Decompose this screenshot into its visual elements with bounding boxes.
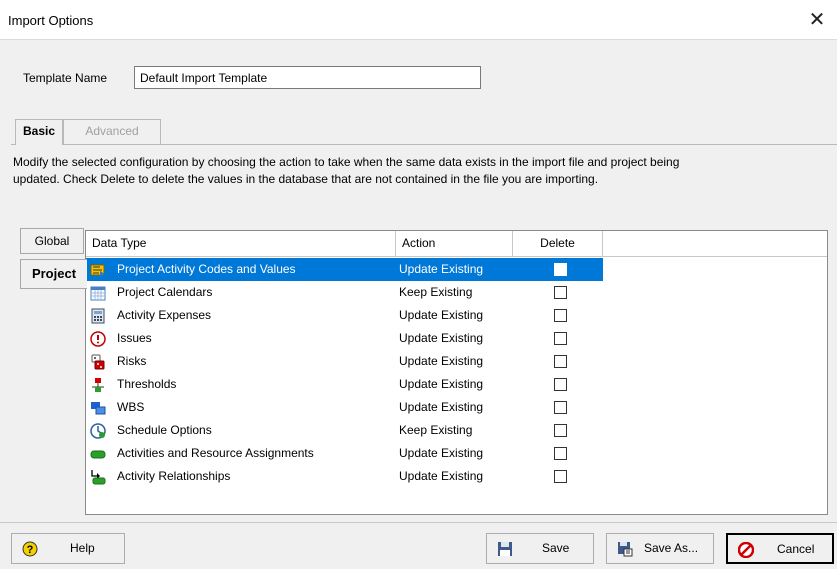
- risk-dice-icon: [91, 354, 105, 370]
- save-as-icon: [618, 542, 633, 557]
- data-type-grid: Data Type Action Delete Project Activity…: [85, 230, 828, 515]
- row-data-type: Activities and Resource Assignments: [117, 446, 314, 460]
- floppy-disk-icon: [498, 542, 512, 556]
- svg-text:?: ?: [27, 544, 34, 556]
- column-header-action[interactable]: Action: [396, 231, 513, 257]
- table-row[interactable]: Activity Expenses Update Existing: [86, 304, 603, 327]
- tab-basic[interactable]: Basic: [15, 119, 63, 145]
- side-tab-global[interactable]: Global: [20, 228, 84, 254]
- help-label: Help: [70, 541, 95, 555]
- delete-checkbox[interactable]: [554, 309, 567, 322]
- table-row[interactable]: Project Activity Codes and Values Update…: [86, 258, 603, 281]
- row-action[interactable]: Keep Existing: [399, 419, 472, 441]
- title-bar: Import Options ✕: [0, 0, 837, 40]
- issue-icon: [90, 331, 106, 347]
- table-row[interactable]: Issues Update Existing: [86, 327, 603, 350]
- save-label: Save: [542, 541, 570, 555]
- footer-divider: [0, 522, 837, 523]
- delete-checkbox[interactable]: [554, 424, 567, 437]
- table-row[interactable]: Thresholds Update Existing: [86, 373, 603, 396]
- row-action[interactable]: Update Existing: [399, 373, 483, 395]
- delete-checkbox[interactable]: [554, 401, 567, 414]
- table-row[interactable]: Activities and Resource Assignments Upda…: [86, 442, 603, 465]
- row-action[interactable]: Update Existing: [399, 350, 483, 372]
- row-data-type: Project Calendars: [117, 285, 213, 299]
- grid-header: Data Type Action Delete: [86, 231, 827, 257]
- row-action[interactable]: Update Existing: [399, 258, 483, 280]
- row-data-type: Activity Expenses: [117, 308, 212, 322]
- save-as-label: Save As...: [644, 541, 699, 555]
- row-action[interactable]: Keep Existing: [399, 281, 472, 303]
- delete-checkbox[interactable]: [554, 263, 567, 276]
- window-title: Import Options: [8, 13, 94, 28]
- row-data-type: WBS: [117, 400, 145, 414]
- row-action[interactable]: Update Existing: [399, 465, 483, 487]
- table-row[interactable]: WBS Update Existing: [86, 396, 603, 419]
- delete-checkbox[interactable]: [554, 355, 567, 368]
- delete-checkbox[interactable]: [554, 447, 567, 460]
- cancel-label: Cancel: [777, 542, 815, 556]
- help-icon: ?: [22, 541, 38, 557]
- row-data-type: Schedule Options: [117, 423, 212, 437]
- activity-bar-icon: [90, 450, 106, 459]
- delete-checkbox[interactable]: [554, 470, 567, 483]
- template-name-label: Template Name: [23, 71, 108, 85]
- row-data-type: Project Activity Codes and Values: [117, 262, 296, 276]
- delete-checkbox[interactable]: [554, 286, 567, 299]
- row-data-type: Thresholds: [117, 377, 177, 391]
- row-data-type: Issues: [117, 331, 152, 345]
- side-tab-project[interactable]: Project: [20, 259, 87, 289]
- tab-advanced[interactable]: Advanced: [63, 119, 161, 144]
- calculator-icon: [91, 308, 105, 324]
- column-header-data-type[interactable]: Data Type: [86, 231, 396, 257]
- row-action[interactable]: Update Existing: [399, 396, 483, 418]
- template-name-input[interactable]: [134, 66, 481, 89]
- close-icon[interactable]: ✕: [797, 0, 837, 40]
- thresholds-icon: [92, 378, 104, 392]
- save-as-button[interactable]: Save As...: [606, 533, 714, 564]
- delete-checkbox[interactable]: [554, 332, 567, 345]
- cancel-icon: [738, 542, 754, 558]
- activity-codes-icon: [90, 264, 105, 277]
- table-row[interactable]: Risks Update Existing: [86, 350, 603, 373]
- row-data-type: Activity Relationships: [117, 469, 231, 483]
- table-row[interactable]: Schedule Options Keep Existing: [86, 419, 603, 442]
- row-action[interactable]: Update Existing: [399, 304, 483, 326]
- calendar-icon: [90, 286, 106, 301]
- table-row[interactable]: Project Calendars Keep Existing: [86, 281, 603, 304]
- delete-checkbox[interactable]: [554, 378, 567, 391]
- save-button[interactable]: Save: [486, 533, 594, 564]
- cancel-button[interactable]: Cancel: [726, 533, 834, 564]
- table-row[interactable]: Activity Relationships Update Existing: [86, 465, 603, 488]
- row-action[interactable]: Update Existing: [399, 442, 483, 464]
- clock-icon: [90, 423, 106, 439]
- wbs-icon: [91, 402, 106, 415]
- column-header-delete[interactable]: Delete: [513, 231, 603, 257]
- help-button[interactable]: ? Help: [11, 533, 125, 564]
- relationship-icon: [91, 470, 106, 485]
- row-action[interactable]: Update Existing: [399, 327, 483, 349]
- instructions-text: Modify the selected configuration by cho…: [13, 155, 680, 186]
- row-data-type: Risks: [117, 354, 147, 368]
